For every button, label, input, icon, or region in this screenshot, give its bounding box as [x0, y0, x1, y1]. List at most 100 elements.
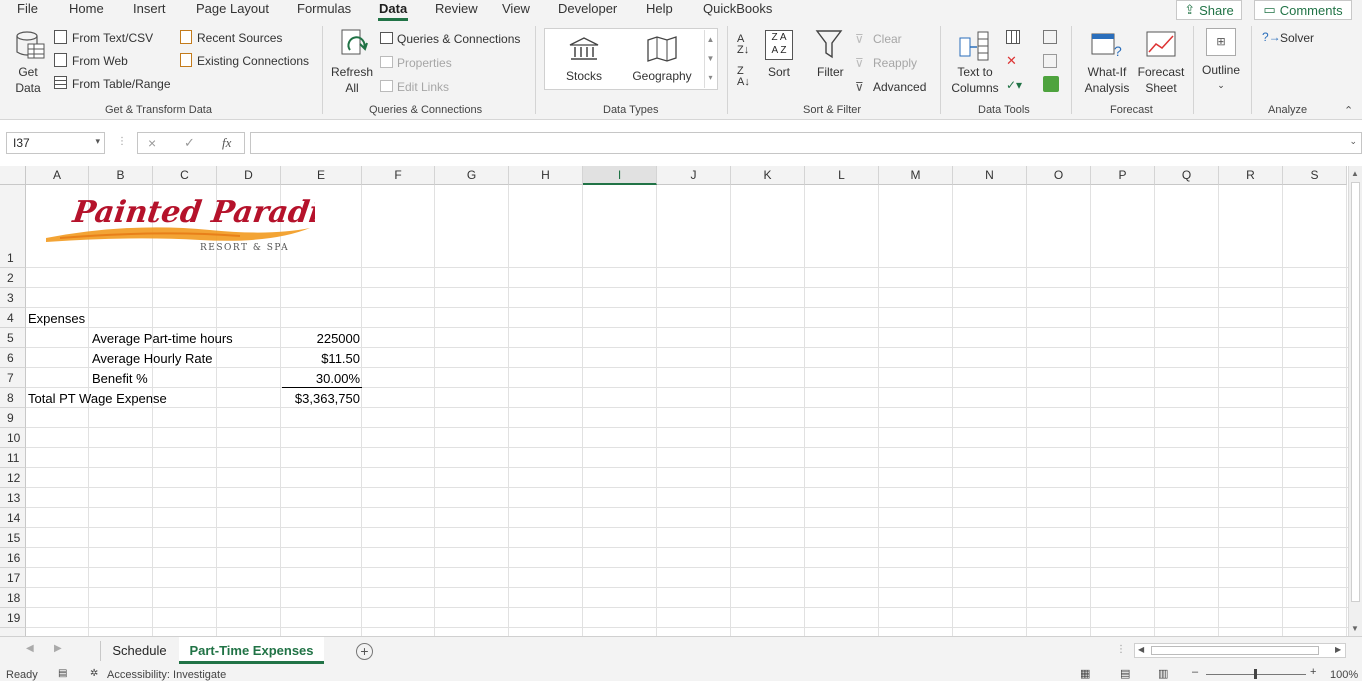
page-layout-view-icon[interactable]: ▤: [1120, 667, 1130, 680]
enter-icon[interactable]: ✓: [184, 135, 195, 151]
cell-e8[interactable]: $3,363,750: [282, 389, 360, 408]
cell-e7[interactable]: 30.00%: [282, 369, 360, 388]
reapply-button[interactable]: Reapply: [873, 56, 917, 70]
consolidate-icon[interactable]: [1043, 30, 1057, 44]
text-to-columns-label-2[interactable]: Columns: [950, 81, 1000, 95]
row-header-14[interactable]: 14: [0, 508, 26, 528]
zoom-out-icon[interactable]: –: [1192, 666, 1198, 678]
remove-duplicates-icon[interactable]: ✕: [1006, 54, 1017, 68]
sheet-tab-schedule[interactable]: Schedule: [101, 637, 178, 664]
sort-za-icon[interactable]: Z A↓: [737, 66, 750, 88]
column-header-f[interactable]: F: [362, 166, 435, 185]
row-header-4[interactable]: 4: [0, 308, 26, 328]
tab-help[interactable]: Help: [646, 1, 673, 16]
tab-developer[interactable]: Developer: [558, 1, 617, 16]
row-header-10[interactable]: 10: [0, 428, 26, 448]
share-button[interactable]: ⇪ Share: [1176, 0, 1242, 20]
existing-connections-button[interactable]: Existing Connections: [197, 54, 309, 68]
cell-a4[interactable]: Expenses: [28, 309, 85, 328]
from-table-range-button[interactable]: From Table/Range: [72, 77, 171, 91]
sort-az-icon[interactable]: A Z↓: [737, 34, 749, 56]
column-header-d[interactable]: D: [217, 166, 281, 185]
vertical-scrollbar[interactable]: ▲ ▼: [1348, 166, 1362, 636]
column-header-q[interactable]: Q: [1155, 166, 1219, 185]
next-sheet-icon[interactable]: ▶: [54, 643, 62, 654]
text-to-columns-button[interactable]: Text to: [950, 65, 1000, 79]
insert-function-icon[interactable]: fx: [222, 135, 231, 151]
cell-b5[interactable]: Average Part-time hours: [92, 329, 233, 348]
row-header-18[interactable]: 18: [0, 588, 26, 608]
queries-connections-button[interactable]: Queries & Connections: [397, 32, 520, 46]
row-header-17[interactable]: 17: [0, 568, 26, 588]
column-header-c[interactable]: C: [153, 166, 217, 185]
comments-button[interactable]: ▭ Comments: [1254, 0, 1352, 20]
column-header-b[interactable]: B: [89, 166, 153, 185]
cell-e5[interactable]: 225000: [282, 329, 360, 348]
column-header-m[interactable]: M: [879, 166, 953, 185]
refresh-all-button[interactable]: Refresh: [330, 65, 374, 79]
get-data-button[interactable]: Get: [8, 65, 48, 79]
flash-fill-icon[interactable]: [1006, 30, 1020, 44]
tab-view[interactable]: View: [502, 1, 530, 16]
row-header-5[interactable]: 5: [0, 328, 26, 348]
prev-sheet-icon[interactable]: ◀: [26, 643, 34, 654]
normal-view-icon[interactable]: ▦: [1080, 667, 1090, 680]
column-header-g[interactable]: G: [435, 166, 509, 185]
tab-review[interactable]: Review: [435, 1, 478, 16]
cell-b6[interactable]: Average Hourly Rate: [92, 349, 212, 368]
column-header-e[interactable]: E: [281, 166, 362, 185]
row-header-13[interactable]: 13: [0, 488, 26, 508]
add-sheet-icon[interactable]: +: [356, 643, 373, 660]
column-header-i[interactable]: I: [583, 166, 657, 185]
column-header-p[interactable]: P: [1091, 166, 1155, 185]
column-header-r[interactable]: R: [1219, 166, 1283, 185]
column-header-o[interactable]: O: [1027, 166, 1091, 185]
from-text-csv-button[interactable]: From Text/CSV: [72, 31, 153, 45]
vertical-scroll-thumb[interactable]: [1351, 182, 1360, 602]
column-header-j[interactable]: J: [657, 166, 731, 185]
solver-button[interactable]: Solver: [1280, 31, 1314, 45]
cell-a8[interactable]: Total PT Wage Expense: [28, 389, 167, 408]
zoom-level[interactable]: 100%: [1330, 669, 1358, 681]
collapse-ribbon-icon[interactable]: ⌃: [1344, 104, 1353, 117]
forecast-sheet-label-2[interactable]: Sheet: [1136, 81, 1186, 95]
row-header-8[interactable]: 8: [0, 388, 26, 408]
row-header-6[interactable]: 6: [0, 348, 26, 368]
what-if-analysis-label-2[interactable]: Analysis: [1082, 81, 1132, 95]
cell-b7[interactable]: Benefit %: [92, 369, 148, 388]
column-header-k[interactable]: K: [731, 166, 805, 185]
horizontal-scrollbar[interactable]: ◀ ▶: [1134, 643, 1346, 658]
cancel-icon[interactable]: ×: [148, 135, 156, 151]
row-header-2[interactable]: 2: [0, 268, 26, 288]
tab-page-layout[interactable]: Page Layout: [196, 1, 269, 16]
horizontal-scroll-thumb[interactable]: [1151, 646, 1319, 655]
name-box[interactable]: I37 ▾: [6, 132, 105, 154]
expand-formula-icon[interactable]: ⌄: [1349, 136, 1357, 147]
column-header-n[interactable]: N: [953, 166, 1027, 185]
scroll-left-icon[interactable]: ◀: [1138, 645, 1144, 654]
tab-file[interactable]: File: [17, 1, 38, 16]
what-if-analysis-button[interactable]: What-If: [1082, 65, 1132, 79]
row-header-7[interactable]: 7: [0, 368, 26, 388]
tab-insert[interactable]: Insert: [133, 1, 166, 16]
column-header-a[interactable]: A: [26, 166, 89, 185]
recent-sources-button[interactable]: Recent Sources: [197, 31, 282, 45]
row-header-3[interactable]: 3: [0, 288, 26, 308]
macro-record-icon[interactable]: ▤: [58, 668, 67, 679]
relationships-icon[interactable]: [1043, 54, 1057, 68]
sort-button[interactable]: Sort: [768, 65, 790, 79]
tab-quickbooks[interactable]: QuickBooks: [703, 1, 772, 16]
select-all-corner[interactable]: [0, 166, 26, 185]
scroll-right-icon[interactable]: ▶: [1335, 645, 1341, 654]
name-box-dropdown-icon[interactable]: ▾: [95, 136, 100, 147]
properties-button[interactable]: Properties: [397, 56, 452, 70]
scroll-down-icon[interactable]: ▼: [1351, 624, 1359, 633]
get-data-label-2[interactable]: Data: [8, 81, 48, 95]
row-header-12[interactable]: 12: [0, 468, 26, 488]
edit-links-button[interactable]: Edit Links: [397, 80, 449, 94]
from-web-button[interactable]: From Web: [72, 54, 128, 68]
row-header-11[interactable]: 11: [0, 448, 26, 468]
clear-button[interactable]: Clear: [873, 32, 902, 46]
page-break-view-icon[interactable]: ▥: [1158, 667, 1168, 680]
cell-e6[interactable]: $11.50: [282, 349, 360, 368]
